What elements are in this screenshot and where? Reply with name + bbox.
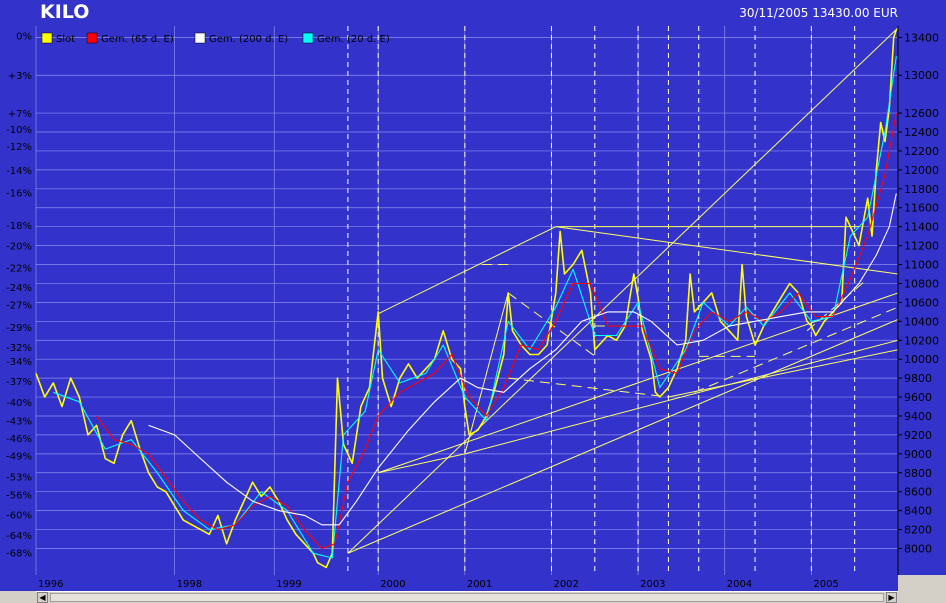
x-tick-label: 2001	[467, 579, 492, 590]
x-tick-label: 1998	[177, 579, 202, 590]
legend-swatch	[302, 32, 314, 44]
left-tick-label: -34%	[6, 357, 32, 368]
right-tick-label: 10800	[904, 277, 939, 290]
right-tick-label: 11800	[904, 183, 939, 196]
left-tick-label: -22%	[6, 263, 32, 274]
corner-fill	[0, 591, 36, 603]
left-tick-label: -18%	[6, 221, 32, 232]
left-tick-label: +7%	[8, 109, 32, 120]
legend-swatch	[86, 32, 98, 44]
legend-label: Gem. (20 d. E)	[317, 34, 390, 45]
right-tick-label: 10400	[904, 315, 939, 328]
right-tick-label: 10200	[904, 334, 939, 347]
left-tick-label: -16%	[6, 189, 32, 200]
left-tick-label: -32%	[6, 343, 32, 354]
left-tick-label: +3%	[8, 71, 32, 82]
last-price: 13430.00	[812, 6, 870, 20]
x-tick-label: 1999	[276, 579, 301, 590]
right-tick-label: 10600	[904, 296, 939, 309]
right-tick-label: 8600	[904, 486, 932, 499]
right-tick-label: 8400	[904, 505, 932, 518]
legend-label: Gem. (200 d. E)	[209, 34, 288, 45]
left-tick-label: -60%	[6, 510, 32, 521]
legend: Slot Gem. (65 d. E) Gem. (200 d. E) Gem. (2…	[41, 32, 390, 45]
chart-window: KILO 30/11/2005 13430.00 EUR 0% +3% +7% -10…	[0, 0, 946, 603]
x-axis: 1996 1998 1999 2000 2001 2002 2003 2004 2005	[38, 579, 839, 590]
left-tick-label: -64%	[6, 531, 32, 542]
left-tick-label: -43%	[6, 417, 32, 428]
currency: EUR	[873, 6, 898, 20]
right-price-axis: 8000 8200 8400 8600 8800 9000 9200 9400 9600 9800…	[897, 26, 939, 575]
left-tick-label: -10%	[6, 125, 32, 136]
legend-swatch	[41, 32, 53, 44]
left-tick-label: -49%	[6, 452, 32, 463]
right-tick-label: 9000	[904, 448, 932, 461]
left-tick-label: -46%	[6, 434, 32, 445]
left-percent-axis: 0% +3% +7% -10% -12% -14% -16% -18% -20% -22% -24%…	[6, 31, 32, 559]
plot-area	[36, 26, 898, 575]
x-tick-label: 2005	[813, 579, 838, 590]
right-tick-label: 11200	[904, 240, 939, 253]
left-tick-label: -53%	[6, 473, 32, 484]
right-tick-label: 13000	[904, 69, 939, 82]
right-tick-label: 12600	[904, 107, 939, 120]
quote-date: 30/11/2005	[739, 6, 809, 20]
left-tick-label: -12%	[6, 142, 32, 153]
price-chart: 0% +3% +7% -10% -12% -14% -16% -18% -20% -22% -24%…	[6, 26, 939, 590]
right-tick-label: 8000	[904, 542, 932, 555]
legend-label: Slot	[56, 34, 75, 45]
right-tick-label: 11000	[904, 259, 939, 272]
right-tick-label: 12000	[904, 164, 939, 177]
title-bar: KILO 30/11/2005 13430.00 EUR	[0, 0, 946, 26]
left-tick-label: -37%	[6, 377, 32, 388]
right-tick-label: 11600	[904, 202, 939, 215]
right-tick-label: 9600	[904, 391, 932, 404]
left-tick-label: -56%	[6, 491, 32, 502]
left-tick-label: -27%	[6, 300, 32, 311]
x-tick-label: 2002	[553, 579, 578, 590]
corner-fill-right	[898, 575, 946, 603]
scroll-left-button[interactable]: ◀	[37, 592, 48, 603]
x-tick-label: 2004	[727, 579, 752, 590]
horizontal-scrollbar[interactable]: ◀ ▶	[36, 591, 898, 603]
right-tick-label: 12400	[904, 126, 939, 139]
right-tick-label: 11400	[904, 221, 939, 234]
right-tick-label: 10000	[904, 353, 939, 366]
legend-label: Gem. (65 d. E)	[101, 34, 174, 45]
left-tick-label: -29%	[6, 323, 32, 334]
right-tick-label: 12200	[904, 145, 939, 158]
scroll-right-button[interactable]: ▶	[886, 592, 897, 603]
right-tick-label: 9400	[904, 410, 932, 423]
left-tick-label: -20%	[6, 242, 32, 253]
scroll-thumb[interactable]	[50, 593, 884, 602]
x-tick-label: 2000	[380, 579, 405, 590]
left-tick-label: -24%	[6, 283, 32, 294]
right-tick-label: 9200	[904, 429, 932, 442]
left-tick-label: -40%	[6, 398, 32, 409]
left-tick-label: -68%	[6, 548, 32, 559]
right-tick-label: 13400	[904, 31, 939, 44]
right-tick-label: 8200	[904, 524, 932, 537]
instrument-name: KILO	[40, 1, 90, 23]
right-tick-label: 9800	[904, 372, 932, 385]
left-tick-label: -14%	[6, 166, 32, 177]
left-tick-label: 0%	[16, 31, 32, 42]
x-tick-label: 1996	[38, 579, 63, 590]
right-tick-label: 8800	[904, 467, 932, 480]
x-tick-label: 2003	[640, 579, 665, 590]
price-info: 30/11/2005 13430.00 EUR	[739, 6, 898, 20]
legend-swatch	[194, 32, 206, 44]
